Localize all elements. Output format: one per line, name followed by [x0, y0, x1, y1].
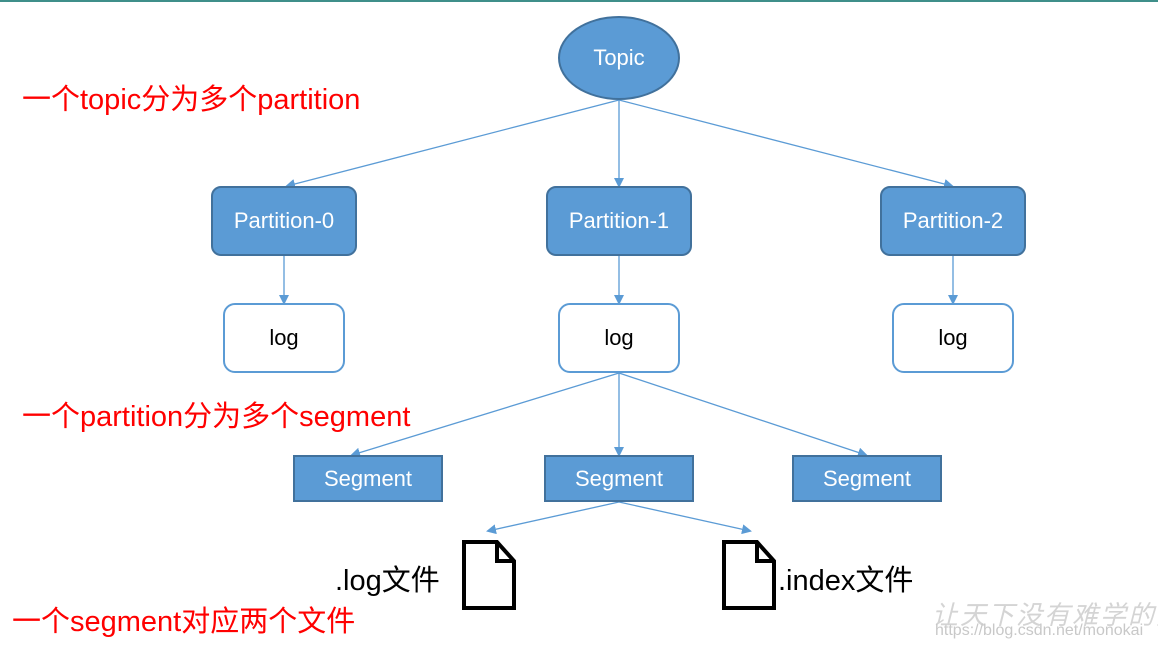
log-file-label: .log文件 — [335, 565, 440, 597]
segment-label: Segment — [323, 465, 413, 491]
index-file-label: .index文件 — [778, 565, 914, 597]
file-icon — [722, 540, 776, 610]
log-node-0: log — [223, 303, 345, 373]
partition-label: Partition-2 — [902, 208, 1004, 233]
partition-label: Partition-1 — [568, 208, 670, 233]
edge-log-segment-2 — [618, 372, 868, 458]
partition-node-2: Partition-2 — [880, 186, 1026, 256]
log-node-1: log — [558, 303, 680, 373]
segment-label: Segment — [822, 465, 912, 491]
topic-node: Topic — [558, 16, 680, 100]
partition-node-0: Partition-0 — [211, 186, 357, 256]
log-label: log — [604, 325, 634, 350]
annotation-partition: 一个partition分为多个segment — [22, 401, 411, 433]
file-icon — [462, 540, 516, 610]
annotation-segment: 一个segment对应两个文件 — [12, 606, 356, 638]
edge-segment-log-file — [486, 501, 620, 535]
edge-segment-index-file — [618, 501, 752, 535]
segment-node-1: Segment — [544, 455, 694, 502]
segment-label: Segment — [574, 465, 664, 491]
edge-topic-partition-2 — [618, 99, 954, 189]
log-label: log — [938, 325, 968, 350]
partition-node-1: Partition-1 — [546, 186, 692, 256]
partition-label: Partition-0 — [233, 208, 335, 233]
log-node-2: log — [892, 303, 1014, 373]
segment-node-0: Segment — [293, 455, 443, 502]
annotation-topic: 一个topic分为多个partition — [22, 84, 361, 116]
topic-label: Topic — [593, 45, 645, 70]
watermark-url: https://blog.csdn.net/monokai — [935, 622, 1144, 639]
segment-node-2: Segment — [792, 455, 942, 502]
log-label: log — [269, 325, 299, 350]
